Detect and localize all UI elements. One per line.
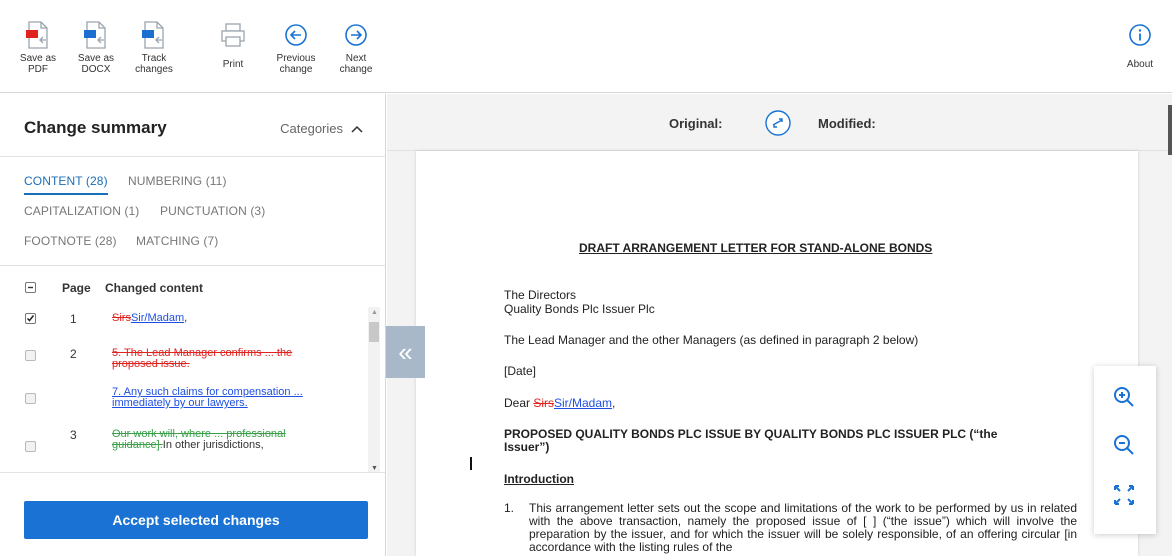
docx-file-icon: [84, 20, 108, 50]
previous-change-button[interactable]: Previous change: [266, 20, 326, 75]
swap-icon[interactable]: [764, 109, 792, 142]
original-label: Original:: [669, 116, 723, 131]
row-checkbox[interactable]: [25, 350, 36, 361]
save-as-docx-button[interactable]: Save as DOCX: [66, 20, 126, 75]
row-page: 1: [70, 312, 77, 326]
summary-header: Change summary Categories: [0, 94, 385, 157]
tab-punctuation[interactable]: PUNCTUATION (3): [160, 204, 265, 218]
fit-screen-icon[interactable]: [1113, 484, 1135, 511]
save-as-pdf-button[interactable]: Save as PDF: [8, 20, 68, 75]
scroll-down-icon[interactable]: ▼: [371, 465, 378, 472]
double-chevron-left-icon: «: [398, 336, 413, 367]
introduction-heading: Introduction: [504, 472, 574, 486]
zoom-out-icon[interactable]: [1113, 434, 1135, 461]
summary-title: Change summary: [24, 118, 167, 137]
row-checkbox[interactable]: [25, 313, 36, 324]
change-summary-panel: Change summary Categories CONTENT (28) N…: [0, 94, 386, 556]
list-scrollbar[interactable]: ▲ ▼: [368, 307, 380, 472]
row-page: 3: [70, 428, 77, 442]
document-title: DRAFT ARRANGEMENT LETTER FOR STAND-ALONE…: [579, 241, 933, 255]
arrow-left-circle-icon: [284, 20, 308, 50]
row-checkbox[interactable]: [25, 393, 36, 404]
collapse-panel-button[interactable]: «: [386, 326, 425, 378]
printer-icon: [220, 20, 246, 50]
categories-toggle[interactable]: Categories: [280, 121, 363, 136]
content-column-header: Changed content: [105, 281, 203, 295]
date-line: [Date]: [504, 364, 537, 378]
changes-list: Page Changed content 1 SirsSir/Madam, 2 …: [0, 267, 385, 472]
row-page: 2: [70, 347, 77, 361]
right-edge-marker: [1168, 105, 1172, 155]
row-change-text[interactable]: Our work will, where ... professional gui…: [112, 429, 352, 451]
track-changes-button[interactable]: Track changes: [124, 20, 184, 75]
zoom-in-icon[interactable]: [1113, 386, 1135, 413]
row-checkbox[interactable]: [25, 441, 36, 452]
tab-content[interactable]: CONTENT (28): [24, 174, 108, 195]
paragraph-text: This arrangement letter sets out the sco…: [529, 502, 1077, 554]
addressee-line: The Directors: [504, 288, 577, 302]
modified-label: Modified:: [818, 116, 876, 131]
info-icon: [1128, 20, 1152, 50]
proposed-heading: PROPOSED QUALITY BONDS PLC ISSUE BY QUAL…: [504, 427, 998, 454]
next-change-label: Next change: [339, 53, 373, 75]
categories-label: Categories: [280, 121, 343, 136]
save-as-pdf-label: Save as PDF: [19, 53, 57, 75]
about-label: About: [1126, 59, 1154, 70]
compare-header: Original: Modified:: [387, 94, 1172, 151]
tab-matching[interactable]: MATCHING (7): [136, 234, 218, 248]
about-button[interactable]: About: [1110, 20, 1170, 70]
tab-numbering[interactable]: NUMBERING (11): [128, 174, 227, 188]
track-changes-file-icon: [142, 20, 166, 50]
lead-manager-line: The Lead Manager and the other Managers …: [504, 333, 919, 347]
scroll-up-icon[interactable]: ▲: [371, 309, 378, 316]
accept-selected-changes-button[interactable]: Accept selected changes: [24, 501, 368, 539]
paragraph-number: 1.: [504, 501, 515, 515]
document-area: Original: Modified: DRAFT ARRANGEMENT LE…: [387, 94, 1172, 556]
zoom-controls: [1094, 366, 1156, 534]
category-tabs: CONTENT (28) NUMBERING (11) CAPITALIZATI…: [0, 157, 385, 266]
tab-footnote[interactable]: FOOTNOTE (28): [24, 234, 117, 248]
row-change-text[interactable]: 5. The Lead Manager confirms ... the prop…: [112, 348, 352, 370]
accept-area: Accept selected changes: [0, 472, 385, 556]
print-button[interactable]: Print: [203, 20, 263, 70]
row-change-text[interactable]: SirsSir/Madam,: [112, 313, 352, 324]
scroll-thumb[interactable]: [369, 322, 379, 342]
toolbar: Save as PDF Save as DOCX Track changes P…: [0, 0, 1172, 93]
tab-capitalization[interactable]: CAPITALIZATION (1): [24, 204, 139, 218]
track-changes-label: Track changes: [135, 53, 173, 75]
next-change-button[interactable]: Next change: [326, 20, 386, 75]
row-change-text[interactable]: 7. Any such claims for compensation ... i…: [112, 387, 352, 409]
salutation[interactable]: Dear SirsSir/Madam,: [504, 397, 615, 410]
addressee-line: Quality Bonds Plc Issuer Plc: [504, 302, 655, 316]
save-as-docx-label: Save as DOCX: [77, 53, 115, 75]
pdf-file-icon: [26, 20, 50, 50]
previous-change-label: Previous change: [276, 53, 316, 75]
print-label: Print: [222, 59, 244, 70]
document-page: DRAFT ARRANGEMENT LETTER FOR STAND-ALONE…: [416, 151, 1138, 556]
arrow-right-circle-icon: [344, 20, 368, 50]
chevron-up-icon: [351, 125, 363, 133]
page-column-header: Page: [62, 281, 91, 295]
select-all-checkbox[interactable]: [25, 282, 36, 293]
text-cursor: [470, 457, 472, 470]
